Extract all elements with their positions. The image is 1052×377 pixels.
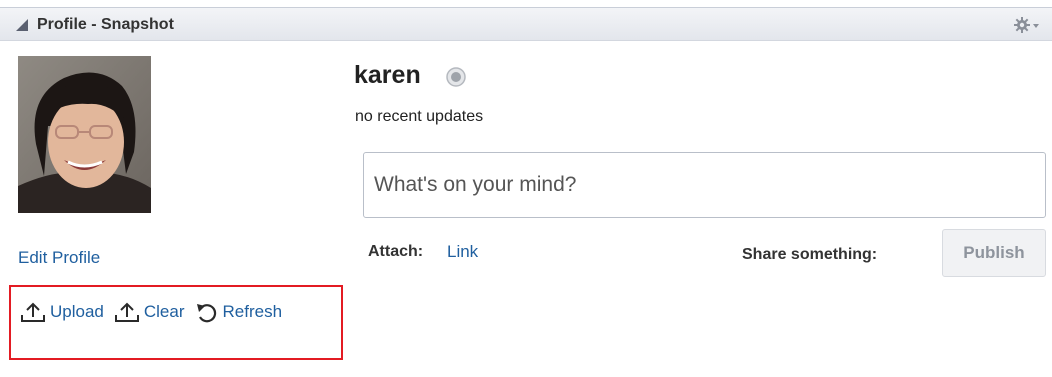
upload-action[interactable]: Upload	[18, 301, 104, 323]
upload-icon	[114, 302, 139, 322]
refresh-action[interactable]: Refresh	[193, 301, 283, 323]
share-label: Share something:	[742, 246, 878, 263]
edit-profile-link[interactable]: Edit Profile	[18, 248, 100, 268]
publish-button[interactable]: Publish	[942, 229, 1046, 277]
attach-link[interactable]: Link	[447, 242, 478, 262]
panel-title: Profile - Snapshot	[37, 16, 174, 33]
upload-icon	[21, 302, 45, 322]
presence-status-icon	[446, 67, 466, 87]
photo-actions: Upload Clear Refresh	[18, 301, 290, 323]
panel-header: Profile - Snapshot	[0, 7, 1052, 41]
gear-icon[interactable]	[1012, 15, 1042, 35]
refresh-icon	[196, 304, 216, 323]
clear-action[interactable]: Clear	[112, 301, 185, 323]
avatar	[18, 56, 151, 213]
status-text: no recent updates	[355, 108, 484, 125]
collapse-triangle-icon[interactable]	[16, 19, 28, 31]
clear-label: Clear	[143, 302, 185, 321]
attach-label: Attach:	[368, 243, 424, 260]
username: karen	[354, 61, 421, 89]
status-update-input[interactable]	[363, 152, 1046, 218]
refresh-label: Refresh	[222, 302, 283, 321]
upload-label: Upload	[50, 302, 104, 321]
